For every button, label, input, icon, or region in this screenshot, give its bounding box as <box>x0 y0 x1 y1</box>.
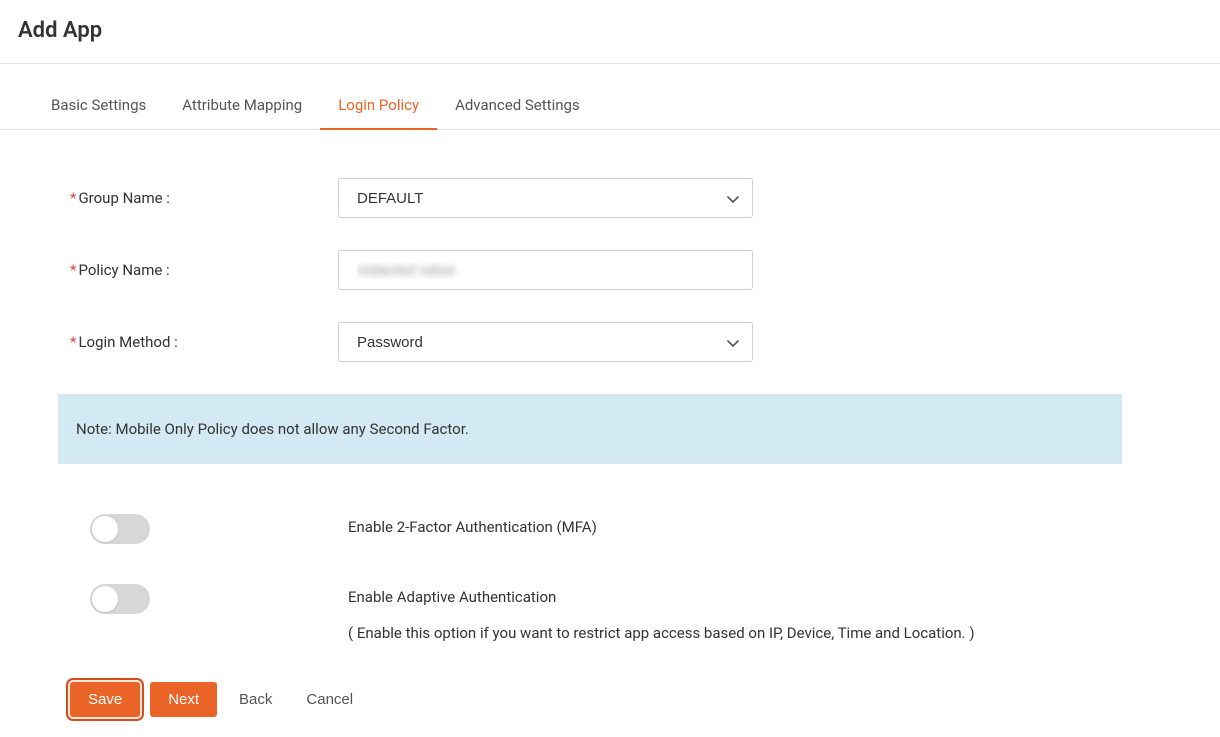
adaptive-toggle-label: Enable Adaptive Authentication <box>348 584 975 606</box>
adaptive-toggle[interactable] <box>90 584 150 614</box>
mfa-toggle-knob <box>92 516 118 542</box>
tab-login-policy[interactable]: Login Policy <box>320 84 437 130</box>
policy-name-label-text: Policy Name : <box>78 261 169 279</box>
form-content: *Group Name : DEFAULT *Policy Name : *Lo… <box>0 130 1220 737</box>
tab-basic-settings[interactable]: Basic Settings <box>33 84 164 130</box>
header-divider <box>0 63 1220 64</box>
tab-attribute-mapping[interactable]: Attribute Mapping <box>164 84 320 130</box>
login-method-label: *Login Method : <box>70 333 338 351</box>
cancel-button[interactable]: Cancel <box>294 682 365 717</box>
tabs-container: Basic Settings Attribute Mapping Login P… <box>0 84 1220 130</box>
group-name-label-text: Group Name : <box>78 189 169 207</box>
login-method-row: *Login Method : Password <box>70 322 1150 362</box>
required-marker: * <box>70 261 76 279</box>
button-row: Save Next Back Cancel <box>70 682 1150 717</box>
adaptive-toggle-row: Enable Adaptive Authentication ( Enable … <box>70 584 1150 642</box>
group-name-row: *Group Name : DEFAULT <box>70 178 1150 218</box>
login-method-label-text: Login Method : <box>78 333 177 351</box>
mfa-toggle[interactable] <box>90 514 150 544</box>
policy-name-label: *Policy Name : <box>70 261 338 279</box>
required-marker: * <box>70 189 76 207</box>
mfa-toggle-label: Enable 2-Factor Authentication (MFA) <box>348 514 597 536</box>
group-name-select-wrapper: DEFAULT <box>338 178 753 218</box>
note-box: Note: Mobile Only Policy does not allow … <box>58 394 1122 464</box>
adaptive-toggle-subtext: ( Enable this option if you want to rest… <box>348 624 975 642</box>
adaptive-text-block: Enable Adaptive Authentication ( Enable … <box>348 584 975 642</box>
page-title: Add App <box>0 0 1220 63</box>
tab-advanced-settings[interactable]: Advanced Settings <box>437 84 598 130</box>
adaptive-toggle-knob <box>92 586 118 612</box>
policy-name-input[interactable] <box>338 250 753 290</box>
save-button[interactable]: Save <box>70 682 140 717</box>
back-button[interactable]: Back <box>227 682 284 717</box>
login-method-select-wrapper: Password <box>338 322 753 362</box>
required-marker: * <box>70 333 76 351</box>
group-name-select[interactable]: DEFAULT <box>338 178 753 218</box>
next-button[interactable]: Next <box>150 682 217 717</box>
group-name-label: *Group Name : <box>70 189 338 207</box>
policy-name-row: *Policy Name : <box>70 250 1150 290</box>
adaptive-toggle-col <box>90 584 348 614</box>
mfa-toggle-col <box>90 514 348 544</box>
mfa-toggle-row: Enable 2-Factor Authentication (MFA) <box>70 514 1150 544</box>
login-method-select[interactable]: Password <box>338 322 753 362</box>
